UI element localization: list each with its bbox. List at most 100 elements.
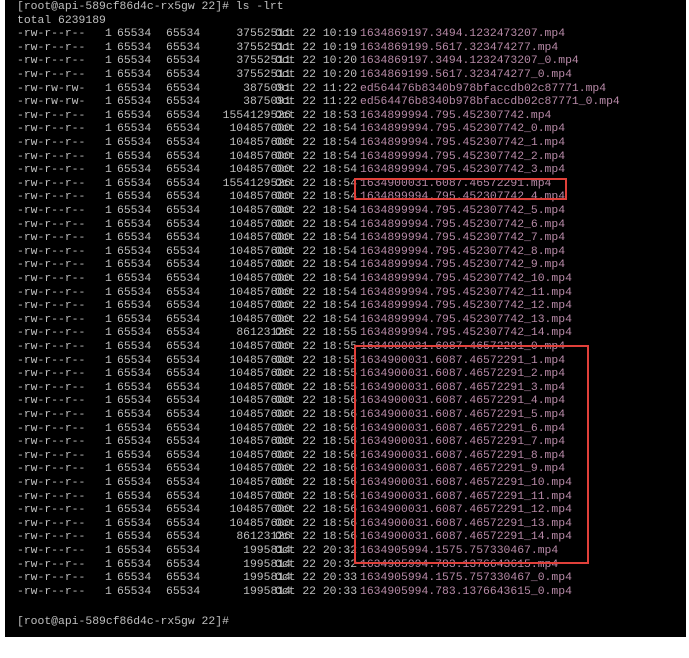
file-group: 65534 <box>166 558 201 571</box>
file-date: Oct 22 11:22 <box>275 96 358 109</box>
file-name: 1634905994.1575.757330467_0.mp4 <box>360 572 572 585</box>
file-group: 65534 <box>166 205 201 217</box>
file-owner: 65534 <box>117 313 152 326</box>
file-link-count: 1 <box>105 436 112 449</box>
file-link-count: 1 <box>105 572 112 585</box>
file-permissions: -rw-r--r-- <box>17 436 86 449</box>
file-date: Oct 22 18:55 <box>275 381 358 394</box>
file-date: Oct 22 18:56 <box>275 422 358 435</box>
file-owner: 65534 <box>117 354 152 367</box>
file-permissions: -rw-r--r-- <box>17 531 86 544</box>
file-permissions: -rw-r--r-- <box>17 517 86 530</box>
file-owner: 65534 <box>117 205 152 217</box>
file-owner: 65534 <box>117 28 152 41</box>
file-permissions: -rw-r--r-- <box>17 205 86 217</box>
file-link-count: 1 <box>105 245 112 258</box>
file-link-count: 1 <box>105 109 112 122</box>
file-date: Oct 22 18:56 <box>275 477 358 489</box>
file-name: 1634899994.795.452307742_9.mp4 <box>360 259 566 272</box>
file-date: Oct 22 18:54 <box>275 286 358 299</box>
file-owner: 65534 <box>117 177 152 190</box>
file-name: 1634869199.5617.323474277.mp4 <box>360 41 559 54</box>
file-permissions: -rw-r--r-- <box>17 381 86 394</box>
file-name: 1634899994.795.452307742_10.mp4 <box>360 273 572 285</box>
file-link-count: 1 <box>105 517 112 530</box>
file-date: Oct 22 18:54 <box>275 137 358 149</box>
file-group: 65534 <box>166 585 201 598</box>
file-link-count: 1 <box>105 205 112 217</box>
file-owner: 65534 <box>117 395 152 408</box>
file-date: Oct 22 18:56 <box>275 517 358 530</box>
file-link-count: 1 <box>105 286 112 299</box>
file-owner: 65534 <box>117 368 152 381</box>
file-group: 65534 <box>166 545 201 557</box>
file-link-count: 1 <box>105 218 112 231</box>
file-date: Oct 22 18:54 <box>275 232 358 245</box>
file-date: Oct 22 20:33 <box>275 572 358 585</box>
file-owner: 65534 <box>117 259 152 272</box>
file-name: 1634900031.6087.46572291_10.mp4 <box>360 477 572 489</box>
file-group: 65534 <box>166 368 201 381</box>
file-link-count: 1 <box>105 164 112 177</box>
file-name: 1634899994.795.452307742_3.mp4 <box>360 164 566 177</box>
file-group: 65534 <box>166 354 201 367</box>
file-link-count: 1 <box>105 55 112 68</box>
file-group: 65534 <box>166 300 201 313</box>
file-permissions: -rw-rw-rw- <box>17 96 86 109</box>
file-link-count: 1 <box>105 41 112 54</box>
file-owner: 65534 <box>117 286 152 299</box>
file-date: Oct 22 18:54 <box>275 245 358 258</box>
file-link-count: 1 <box>105 313 112 326</box>
file-date: Oct 22 18:54 <box>275 259 358 272</box>
file-permissions: -rw-r--r-- <box>17 545 86 557</box>
file-link-count: 1 <box>105 28 112 41</box>
file-date: Oct 22 18:55 <box>275 354 358 367</box>
file-permissions: -rw-r--r-- <box>17 300 86 313</box>
file-name: 1634869199.5617.323474277_0.mp4 <box>360 69 572 81</box>
file-date: Oct 22 18:54 <box>275 123 358 136</box>
file-permissions: -rw-r--r-- <box>17 218 86 231</box>
file-permissions: -rw-r--r-- <box>17 327 86 340</box>
file-link-count: 1 <box>105 463 112 476</box>
file-owner: 65534 <box>117 191 152 204</box>
file-date: Oct 22 10:20 <box>275 55 358 68</box>
file-permissions: -rw-r--r-- <box>17 490 86 503</box>
file-date: Oct 22 18:56 <box>275 463 358 476</box>
file-owner: 65534 <box>117 585 152 598</box>
file-permissions: -rw-r--r-- <box>17 109 86 122</box>
file-date: Oct 22 10:19 <box>275 28 358 41</box>
file-owner: 65534 <box>117 477 152 489</box>
file-permissions: -rw-r--r-- <box>17 395 86 408</box>
file-owner: 65534 <box>117 232 152 245</box>
file-permissions: -rw-r--r-- <box>17 150 86 163</box>
file-group: 65534 <box>166 109 201 122</box>
file-group: 65534 <box>166 409 201 421</box>
file-link-count: 1 <box>105 69 112 81</box>
terminal-window[interactable]: [root@api-589cf86d4c-rx5gw 22]# ls -lrt … <box>5 0 686 637</box>
file-group: 65534 <box>166 477 201 489</box>
file-date: Oct 22 18:54 <box>275 191 358 204</box>
file-owner: 65534 <box>117 409 152 421</box>
file-date: Oct 22 18:55 <box>275 341 358 353</box>
file-name: 1634900031.6087.46572291_13.mp4 <box>360 517 572 530</box>
file-owner: 65534 <box>117 327 152 340</box>
file-link-count: 1 <box>105 368 112 381</box>
total-line: total 6239189 <box>17 14 106 27</box>
file-link-count: 1 <box>105 395 112 408</box>
file-link-count: 1 <box>105 232 112 245</box>
file-owner: 65534 <box>117 164 152 177</box>
file-permissions: -rw-r--r-- <box>17 28 86 41</box>
file-link-count: 1 <box>105 504 112 517</box>
file-link-count: 1 <box>105 273 112 285</box>
file-group: 65534 <box>166 463 201 476</box>
file-permissions: -rw-r--r-- <box>17 164 86 177</box>
file-owner: 65534 <box>117 218 152 231</box>
file-name: 1634899994.795.452307742_14.mp4 <box>360 327 572 340</box>
file-permissions: -rw-r--r-- <box>17 341 86 353</box>
file-permissions: -rw-r--r-- <box>17 123 86 136</box>
file-date: Oct 22 18:55 <box>275 368 358 381</box>
file-date: Oct 22 18:54 <box>275 164 358 177</box>
file-date: Oct 22 18:54 <box>275 313 358 326</box>
file-date: Oct 22 18:56 <box>275 409 358 421</box>
file-date: Oct 22 20:32 <box>275 558 358 571</box>
